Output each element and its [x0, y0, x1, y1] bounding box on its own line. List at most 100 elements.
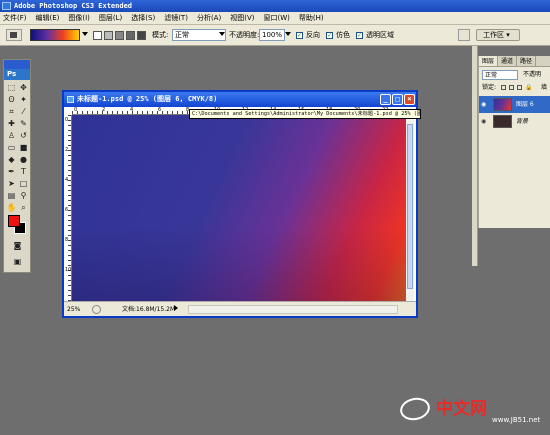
- visibility-eye-icon[interactable]: ◉: [481, 101, 488, 108]
- workspace-button[interactable]: 工作区 ▾: [476, 29, 520, 41]
- history-brush-tool-icon[interactable]: ↺: [18, 130, 29, 141]
- mode-select[interactable]: 正常: [172, 29, 226, 41]
- menu-layer[interactable]: 图层(L): [99, 13, 122, 23]
- lock-pixels-icon[interactable]: [509, 85, 514, 90]
- shape-tool-icon[interactable]: □: [18, 178, 29, 189]
- tool-preset-picker[interactable]: [6, 29, 22, 41]
- opacity-dropdown-icon[interactable]: [285, 32, 291, 36]
- lock-label: 锁定:: [482, 84, 497, 91]
- ruler-mark: 0: [74, 107, 78, 113]
- layer-thumbnail: [493, 98, 512, 111]
- layer-row[interactable]: ◉ 背景: [479, 113, 550, 130]
- ruler-mark: 10: [65, 267, 72, 273]
- slice-tool-icon[interactable]: ⁄: [18, 106, 29, 117]
- vertical-scrollbar[interactable]: [406, 115, 414, 301]
- mode-value: 正常: [175, 31, 189, 39]
- gradient-dropdown-icon[interactable]: [82, 32, 88, 36]
- type-tool-icon[interactable]: T: [18, 166, 29, 177]
- visibility-eye-icon[interactable]: ◉: [481, 118, 488, 125]
- mode-dropdown-icon[interactable]: [219, 32, 225, 36]
- status-menu-arrow-icon[interactable]: [174, 305, 178, 311]
- close-button[interactable]: ×: [404, 94, 415, 105]
- dither-label: 仿色: [336, 31, 350, 39]
- pen-tool-icon[interactable]: ✒: [6, 166, 17, 177]
- bridge-button[interactable]: [458, 29, 470, 41]
- blend-mode-select[interactable]: 正常: [482, 70, 518, 80]
- menu-edit[interactable]: 编辑(E): [36, 13, 60, 23]
- quick-mask-icon[interactable]: ◙: [12, 240, 23, 251]
- path-tooltip: C:\Documents and Settings\Administrator\…: [189, 109, 421, 119]
- document-titlebar[interactable]: 未标题-1.psd @ 25% (图层 6, CMYK/8) _ □ ×: [64, 92, 416, 107]
- crop-tool-icon[interactable]: ⌗: [6, 106, 17, 117]
- reverse-checkbox[interactable]: ✓: [296, 32, 303, 39]
- menu-image[interactable]: 图像(I): [68, 13, 90, 23]
- blur-tool-icon[interactable]: ◆: [6, 154, 17, 165]
- menu-view[interactable]: 视图(V): [230, 13, 254, 23]
- layer-name: 背景: [516, 118, 529, 125]
- menu-filter[interactable]: 滤镜(T): [164, 13, 188, 23]
- transparency-checkbox[interactable]: ✓: [356, 32, 363, 39]
- layer-name: 图层 6: [516, 101, 534, 108]
- eraser-tool-icon[interactable]: ▭: [6, 142, 17, 153]
- magic-wand-tool-icon[interactable]: ✦: [18, 94, 29, 105]
- clone-stamp-tool-icon[interactable]: ♙: [6, 130, 17, 141]
- tab-layers[interactable]: 图层: [479, 56, 499, 66]
- diamond-gradient-button[interactable]: [137, 31, 146, 40]
- opacity-label: 不透明度:: [229, 31, 260, 39]
- opacity-value: 100%: [262, 31, 283, 39]
- image-canvas[interactable]: [72, 115, 406, 301]
- zoom-tool-icon[interactable]: ⌕: [18, 202, 29, 213]
- toolbox: Ps ⬚ ✥ ʘ ✦ ⌗ ⁄ ✚ ✎ ♙ ↺ ▭ ■ ◆ ● ✒ T ➤ □ ▤…: [3, 59, 31, 273]
- lock-all-icon[interactable]: 🔒: [525, 84, 532, 91]
- horizontal-scrollbar[interactable]: [188, 305, 398, 314]
- healing-brush-tool-icon[interactable]: ✚: [6, 118, 17, 129]
- blend-mode-value: 正常: [485, 72, 498, 79]
- gradient-swatch[interactable]: [30, 29, 80, 41]
- fill-label: 填: [541, 84, 548, 91]
- gradient-tool-icon-active[interactable]: ■: [18, 142, 29, 153]
- app-titlebar: Adobe Photoshop CS3 Extended: [0, 0, 550, 12]
- opacity-input[interactable]: 100%: [259, 29, 285, 41]
- dodge-tool-icon[interactable]: ●: [18, 154, 29, 165]
- vertical-ruler: 0 2 4 6 8 10: [64, 115, 72, 301]
- path-selection-tool-icon[interactable]: ➤: [6, 178, 17, 189]
- move-tool-icon[interactable]: ✥: [18, 82, 29, 93]
- dither-checkbox[interactable]: ✓: [326, 32, 333, 39]
- reflected-gradient-button[interactable]: [126, 31, 135, 40]
- radial-gradient-button[interactable]: [104, 31, 113, 40]
- status-info-icon[interactable]: [92, 305, 101, 314]
- tab-channels[interactable]: 通道: [498, 56, 518, 66]
- zoom-level[interactable]: 25%: [67, 302, 80, 317]
- ps-badge: Ps: [4, 69, 30, 80]
- layers-panel-tabs: 图层 通道 路径: [479, 56, 550, 67]
- menu-file[interactable]: 文件(F): [3, 13, 27, 23]
- hand-tool-icon[interactable]: ✋: [6, 202, 17, 213]
- foreground-color-swatch[interactable]: [8, 215, 20, 227]
- menu-analysis[interactable]: 分析(A): [197, 13, 221, 23]
- toolbox-header[interactable]: [4, 60, 30, 69]
- marquee-tool-icon[interactable]: ⬚: [6, 82, 17, 93]
- notes-tool-icon[interactable]: ▤: [6, 190, 17, 201]
- menu-help[interactable]: 帮助(H): [299, 13, 324, 23]
- reverse-label: 反向: [306, 31, 320, 39]
- angle-gradient-button[interactable]: [115, 31, 124, 40]
- maximize-button[interactable]: □: [392, 94, 403, 105]
- layer-row[interactable]: ◉ 图层 6: [479, 96, 550, 113]
- menu-select[interactable]: 选择(S): [131, 13, 155, 23]
- tab-paths[interactable]: 路径: [517, 56, 537, 66]
- brush-tool-icon[interactable]: ✎: [18, 118, 29, 129]
- ruler-mark: 6: [65, 207, 69, 213]
- mode-label: 模式:: [152, 31, 169, 39]
- scrollbar-thumb[interactable]: [407, 124, 413, 289]
- document-size: 文档:16.8M/15.2M: [122, 306, 176, 313]
- linear-gradient-button[interactable]: [93, 31, 102, 40]
- menu-window[interactable]: 窗口(W): [263, 13, 289, 23]
- screen-mode-icon[interactable]: ▣: [12, 256, 23, 267]
- lock-transparency-icon[interactable]: [501, 85, 506, 90]
- eyedropper-tool-icon[interactable]: ⚲: [18, 190, 29, 201]
- lock-position-icon[interactable]: [517, 85, 522, 90]
- lasso-tool-icon[interactable]: ʘ: [6, 94, 17, 105]
- minimize-button[interactable]: _: [380, 94, 391, 105]
- document-window: 未标题-1.psd @ 25% (图层 6, CMYK/8) _ □ × 0 2…: [62, 90, 418, 318]
- layer-thumbnail: [493, 115, 512, 128]
